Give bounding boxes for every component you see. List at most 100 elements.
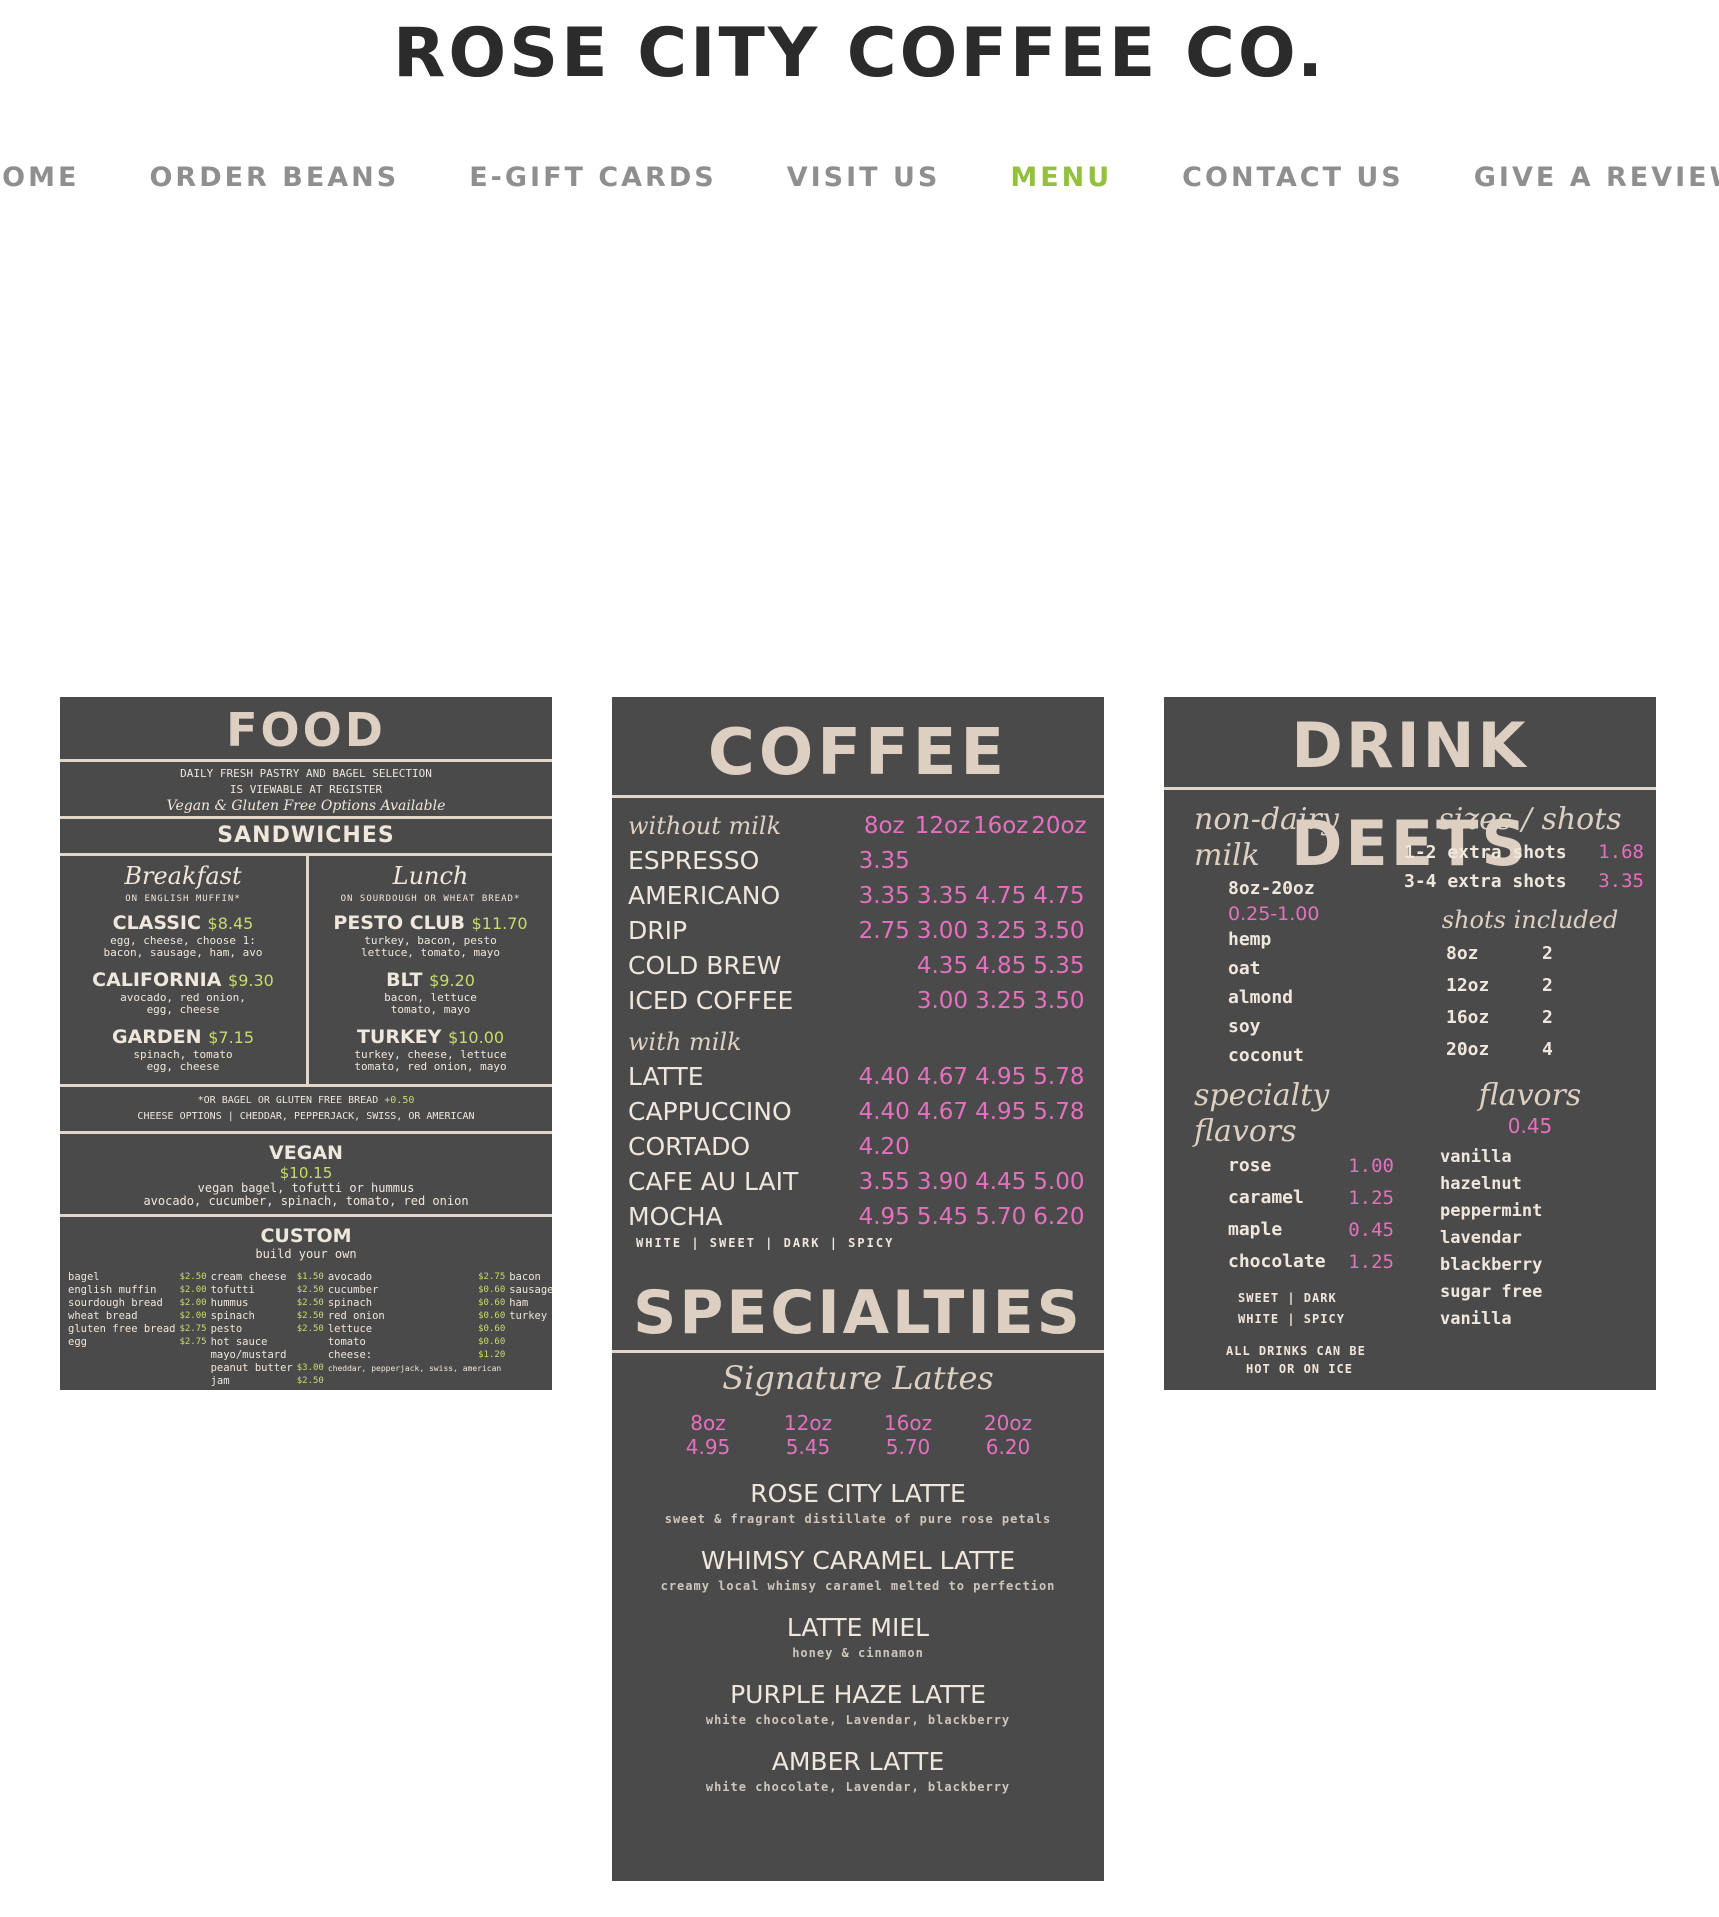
with-milk-header: with milk (628, 1024, 1088, 1059)
drink-deets-title: DRINK DEETS (1290, 709, 1530, 880)
custom-row: avocado $2.75 (328, 1271, 505, 1284)
specialty-title: specialty flavors (1194, 1078, 1330, 1149)
size-label: 12oz (783, 1411, 833, 1435)
custom-item-price: $2.50 (296, 1298, 324, 1308)
size-price: 5.70 (885, 1435, 931, 1459)
non-dairy-price: 0.25-1.00 (1228, 903, 1320, 925)
all-drinks-note: HOT OR ON ICE (1246, 1362, 1353, 1376)
nav-order-beans[interactable]: ORDER BEANS (149, 162, 399, 202)
custom-item-price: $2.00 (179, 1298, 207, 1308)
item-price: $7.15 (208, 1028, 255, 1047)
breakfast-column: Breakfast ON ENGLISH MUFFIN* CLASSIC $8.… (60, 856, 306, 1084)
custom-row: lettuce $0.60 (328, 1323, 505, 1336)
flavor-option: sugar free (1440, 1282, 1543, 1302)
custom-item-price: $2.00 (179, 1285, 207, 1295)
milk-option: coconut (1228, 1045, 1304, 1066)
custom-row: spinach $2.50 (211, 1310, 324, 1323)
specialty-row: chocolate 1.25 (1228, 1246, 1404, 1278)
custom-item-name: red onion (327, 1310, 385, 1322)
nav-home[interactable]: HOME (0, 162, 79, 202)
drink-row: AMERICANO 3.35 3.35 4.75 4.75 (628, 878, 1088, 913)
custom-item-name: hot sauce (210, 1336, 268, 1348)
signature-size: 16oz 5.70 (878, 1411, 938, 1459)
nav-menu[interactable]: MENU (1010, 162, 1112, 202)
flavor-option: hazelnut (1440, 1174, 1522, 1194)
breakfast-title: Breakfast (124, 862, 242, 890)
cheese-note: CHEESE OPTIONS | CHEDDAR, PEPPERJACK, SW… (137, 1111, 475, 1122)
drink-price: 3.55 (858, 1168, 910, 1195)
coffee-title: COFFEE (707, 716, 1009, 790)
shots-row: 8oz 2 (1446, 938, 1656, 970)
drink-price: 5.00 (1033, 1168, 1085, 1195)
milk-option: almond (1228, 987, 1294, 1008)
drink-name: LATTE (628, 1062, 704, 1091)
custom-item-name: avocado (327, 1271, 373, 1283)
latte-name: WHIMSY CARAMEL LATTE (700, 1546, 1016, 1575)
flavors-column: flavors 0.45 vanilla hazelnut peppermint la… (1404, 1078, 1656, 1378)
flavor-option: vanilla (1440, 1147, 1512, 1167)
site-title[interactable]: ROSE CITY COFFEE CO. (0, 14, 1719, 93)
drink-row: MOCHA 4.95 5.45 5.70 6.20 (628, 1199, 1088, 1234)
custom-item-price: $0.60 (478, 1324, 506, 1334)
nav-visit-us[interactable]: VISIT US (787, 162, 941, 202)
item-price: $9.30 (228, 971, 274, 990)
deets-bottom: specialty flavors rose 1.00 caramel 1.25 map… (1164, 1070, 1656, 1378)
nav-e-gift-cards[interactable]: E-GIFT CARDS (469, 162, 716, 202)
custom-column: cream cheese $1.50 tofutti $2.50 hummus $2.50… (211, 1271, 324, 1388)
custom-item-name: bacon (509, 1271, 541, 1283)
custom-item-name: sourdough bread (68, 1297, 163, 1309)
drink-price: 5.78 (1033, 1063, 1085, 1090)
specialty-price: 1.25 (1348, 1187, 1394, 1209)
menu-item: TURKEY $10.00 turkey, cheese, lettuce to… (309, 1026, 552, 1073)
drink-price: 3.25 (975, 917, 1027, 944)
nav-contact-us[interactable]: CONTACT US (1182, 162, 1404, 202)
flavor-option: peppermint (1440, 1201, 1543, 1221)
size-label: 8oz (863, 812, 905, 839)
sandwich-notes: *OR BAGEL OR GLUTEN FREE BREAD +0.50 CHE… (60, 1087, 552, 1131)
custom-item-name: jam (210, 1375, 230, 1387)
menu-item: GARDEN $7.15 spinach, tomato egg, cheese (60, 1026, 306, 1073)
custom-row: mayo/mustard (211, 1349, 324, 1362)
signature-sizes: 8oz 4.95 12oz 5.45 16oz 5.70 20oz 6.20 (612, 1411, 1104, 1459)
custom-row: bagel $2.50 (68, 1271, 207, 1284)
shot-size: 20oz (1446, 1039, 1490, 1060)
milk-option: oat (1228, 958, 1261, 979)
shot-count: 4 (1542, 1039, 1553, 1060)
latte-desc: sweet & fragrant distillate of pure rose… (664, 1512, 1052, 1526)
shot-count: 2 (1542, 975, 1553, 996)
lunch-title: Lunch (392, 862, 469, 890)
signature-latte: LATTE MIEL honey & cinnamon (612, 1613, 1104, 1660)
sizes-column: sizes / shots 1-2 extra shots 1.68 3-4 ext… (1404, 802, 1656, 1070)
drink-deets-board[interactable]: DRINK DEETS non-dairy milk 8oz-20oz 0.25… (1164, 697, 1656, 1390)
food-menu-board[interactable]: FOOD DAILY FRESH PASTRY AND BAGEL SELECT… (60, 697, 552, 1390)
specialty-name: chocolate (1228, 1251, 1326, 1272)
custom-item-name: ham (509, 1297, 529, 1309)
specialty-name: maple (1228, 1219, 1283, 1240)
custom-row: wheat bread $2.00 (68, 1310, 207, 1323)
food-title: FOOD (226, 703, 386, 757)
sandwiches-heading: SANDWICHES (217, 823, 395, 848)
nav-give-a-review[interactable]: GIVE A REVIEW (1474, 162, 1719, 202)
custom-item-name: bagel (68, 1271, 100, 1283)
signature-size: 12oz 5.45 (778, 1411, 838, 1459)
custom-item-name: peanut butter (210, 1362, 293, 1374)
drink-price: 3.00 (916, 987, 969, 1014)
custom-item-name: mayo/mustard (210, 1349, 287, 1361)
item-price: $11.70 (471, 914, 528, 933)
size-header-row: without milk 8oz 12oz 16oz 20oz (628, 808, 1088, 843)
drink-price: 5.78 (1033, 1098, 1085, 1125)
shots-title: shots included (1441, 906, 1619, 934)
shots-row: 16oz 2 (1446, 1002, 1656, 1034)
custom-item-name: pesto (210, 1323, 243, 1335)
sizes-title: sizes / shots (1438, 802, 1622, 837)
coffee-menu-board[interactable]: COFFEE without milk 8oz 12oz 16oz 20oz E… (612, 697, 1104, 1881)
drink-name: AMERICANO (628, 881, 781, 910)
drink-row: CAFE AU LAIT 3.55 3.90 4.45 5.00 (628, 1164, 1088, 1199)
drink-price: 5.45 (916, 1203, 969, 1230)
drink-price: 4.75 (1033, 882, 1085, 909)
milk-option: hemp (1228, 929, 1272, 950)
latte-desc: honey & cinnamon (792, 1646, 924, 1660)
milk-option: soy (1228, 1016, 1261, 1037)
custom-item-price: $0.60 (478, 1298, 506, 1308)
item-desc: egg, cheese (146, 1003, 220, 1016)
